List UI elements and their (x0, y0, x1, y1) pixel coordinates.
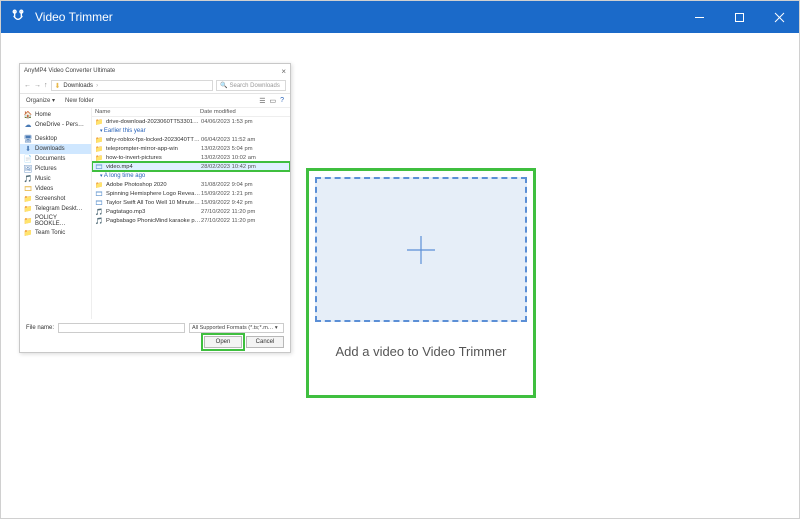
sidebar-item[interactable]: ☁OneDrive - Pers… (20, 120, 91, 130)
minimize-button[interactable] (679, 1, 719, 33)
group-header[interactable]: A long time ago (92, 171, 290, 180)
sidebar: 🏠Home☁OneDrive - Pers… 🖥Desktop⬇Downloads… (20, 108, 92, 319)
file-rows: 📁drive-download-2023060TT53301UAZ-00104/… (92, 117, 290, 225)
dialog-title: AnyMP4 Video Converter Ultimate (24, 68, 115, 74)
window-controls (679, 1, 799, 33)
sidebar-item[interactable]: 🖥Desktop (20, 134, 91, 144)
sidebar-item[interactable]: 📁Telegram Deskt… (20, 204, 91, 214)
close-button[interactable] (759, 1, 799, 33)
sidebar-item[interactable]: 🏠Home (20, 110, 91, 120)
content-area: Add a video to Video Trimmer AnyMP4 Vide… (1, 33, 799, 518)
preview-icon[interactable]: ▭ (269, 97, 276, 105)
file-row[interactable]: 📁teleprompter-mirror-app-win13/02/2023 5… (92, 144, 290, 153)
search-input[interactable]: 🔍Search Downloads (216, 80, 286, 91)
app-logo-icon (9, 8, 27, 26)
filename-input[interactable] (58, 323, 185, 333)
nav-up-icon[interactable]: ↑ (44, 82, 48, 89)
filetype-filter[interactable]: All Supported Formats (*.ts;*.m… ▾ (189, 323, 284, 333)
dialog-toolbar: Organize ▾ New folder ☰ ▭ ? (20, 94, 290, 108)
organize-menu[interactable]: Organize ▾ (26, 97, 55, 104)
file-row[interactable]: 📁Adobe Photoshop 202031/08/2022 9:04 pm (92, 180, 290, 189)
sidebar-item[interactable]: 📁Screenshot (20, 194, 91, 204)
folder-icon: ⬇ (55, 82, 61, 90)
dropzone-caption: Add a video to Video Trimmer (315, 344, 527, 359)
dialog-close-icon[interactable]: × (281, 67, 286, 76)
nav-back-icon[interactable]: ← (24, 82, 31, 89)
col-name[interactable]: Name (92, 108, 197, 116)
cancel-button[interactable]: Cancel (246, 336, 284, 348)
nav-forward-icon[interactable]: → (34, 82, 41, 89)
app-title: Video Trimmer (35, 10, 679, 24)
file-open-dialog: AnyMP4 Video Converter Ultimate × ← → ↑ … (19, 63, 291, 353)
file-row[interactable]: 🎞Spinning Hemisphere Logo Reveal_free-…1… (92, 189, 290, 198)
file-row[interactable]: 🎞video.mp428/02/2023 10:42 pm (92, 162, 290, 171)
add-video-dropzone[interactable] (315, 177, 527, 322)
sidebar-item[interactable]: 📄Documents (20, 154, 91, 164)
file-row[interactable]: 📁why-roblox-fps-locked-2023040TT15241-0…… (92, 135, 290, 144)
dialog-body: 🏠Home☁OneDrive - Pers… 🖥Desktop⬇Downloads… (20, 108, 290, 319)
sidebar-item[interactable]: 📁POLICY BOOKLE… (20, 214, 91, 228)
plus-icon (401, 230, 441, 270)
file-row[interactable]: 🎵Pagbabago PhonicMind karaoke preview.…2… (92, 216, 290, 225)
titlebar: Video Trimmer (1, 1, 799, 33)
filename-label: File name: (26, 325, 54, 331)
sidebar-item[interactable]: 🎵Music (20, 174, 91, 184)
file-row[interactable]: 📁how-to-invert-pictures13/02/2023 10:02 … (92, 153, 290, 162)
maximize-button[interactable] (719, 1, 759, 33)
col-modified[interactable]: Date modified (197, 108, 255, 116)
group-header[interactable]: Earlier this year (92, 126, 290, 135)
help-icon[interactable]: ? (280, 97, 284, 104)
file-row[interactable]: 📁drive-download-2023060TT53301UAZ-00104/… (92, 117, 290, 126)
file-row[interactable]: 🎞Taylor Swift All Too Well 10 Minute Ver… (92, 198, 290, 207)
open-button[interactable]: Open (204, 336, 242, 348)
sidebar-item[interactable]: 🖼Pictures (20, 164, 91, 174)
app-window: Video Trimmer Add a video to Video Trimm… (0, 0, 800, 519)
breadcrumb[interactable]: ⬇ Downloads › (51, 80, 214, 91)
list-header: Name Date modified (92, 108, 290, 117)
file-list: Name Date modified 📁drive-download-20230… (92, 108, 290, 319)
sidebar-item[interactable]: ⬇Downloads (20, 144, 91, 154)
sidebar-item[interactable]: 📁Team Tonic (20, 228, 91, 238)
view-icon[interactable]: ☰ (259, 97, 265, 105)
dialog-footer: File name: All Supported Formats (*.ts;*… (20, 319, 290, 352)
dialog-titlebar: AnyMP4 Video Converter Ultimate × (20, 64, 290, 78)
dialog-nav: ← → ↑ ⬇ Downloads › 🔍Search Downloads (20, 78, 290, 94)
sidebar-item[interactable]: 🎞Videos (20, 184, 91, 194)
new-folder-button[interactable]: New folder (65, 98, 94, 104)
file-row[interactable]: 🎵Pagtatago.mp327/10/2022 11:20 pm (92, 207, 290, 216)
add-video-highlight: Add a video to Video Trimmer (306, 168, 536, 398)
